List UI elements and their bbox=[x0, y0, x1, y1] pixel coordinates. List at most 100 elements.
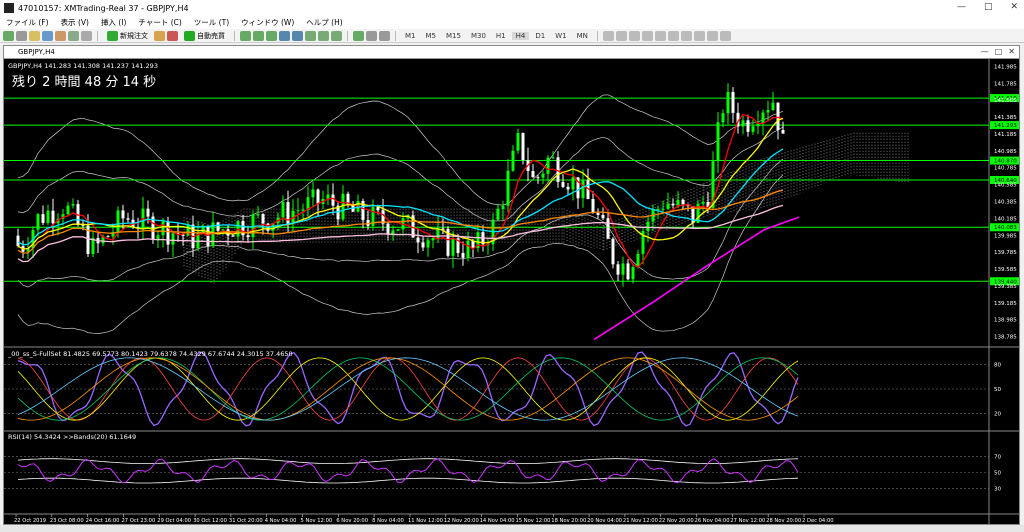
timeframe-m1[interactable]: M1 bbox=[401, 32, 420, 40]
chart-close-icon[interactable]: ✕ bbox=[1008, 47, 1015, 56]
candle-body bbox=[556, 157, 560, 182]
tester-icon[interactable] bbox=[81, 30, 92, 41]
bar-chart-icon[interactable] bbox=[240, 30, 251, 41]
candle-body bbox=[66, 205, 70, 215]
zoom-out-icon[interactable] bbox=[292, 30, 303, 41]
candle-body bbox=[676, 199, 680, 206]
data-window-icon[interactable] bbox=[42, 30, 53, 41]
price-label: 139.985 bbox=[994, 233, 1017, 239]
timeframe-d1[interactable]: D1 bbox=[531, 32, 549, 40]
menu-window[interactable]: ウィンドウ (W) bbox=[235, 17, 300, 28]
price-label: 141.385 bbox=[994, 115, 1017, 121]
play-icon bbox=[184, 30, 195, 41]
fibonacci-icon[interactable] bbox=[680, 30, 692, 41]
navigator-icon[interactable] bbox=[55, 30, 66, 41]
menu-file[interactable]: ファイル (F) bbox=[0, 17, 55, 28]
candle-body bbox=[301, 209, 305, 211]
candle-body bbox=[316, 189, 320, 205]
vertical-line-icon[interactable] bbox=[628, 30, 640, 41]
time-label: 8 Nov 04:00 bbox=[372, 518, 404, 524]
candle-body bbox=[731, 92, 735, 113]
channel-icon[interactable] bbox=[667, 30, 679, 41]
chart-minimize-icon[interactable]: — bbox=[981, 47, 989, 56]
zoom-in-icon[interactable] bbox=[279, 30, 290, 41]
timeframe-h4[interactable]: H4 bbox=[511, 31, 530, 40]
candle-body bbox=[46, 210, 50, 223]
title-bar: 47010157: XMTrading-Real 37 - GBPJPY,H4 … bbox=[0, 0, 1024, 16]
time-label: 30 Oct 12:00 bbox=[193, 518, 227, 524]
menu-help[interactable]: ヘルプ (H) bbox=[300, 17, 348, 28]
price-label: 140.385 bbox=[994, 200, 1017, 206]
candle-body bbox=[771, 102, 775, 110]
auto-trading-button[interactable]: 自動売買 bbox=[180, 30, 229, 41]
time-label: 15 Nov 12:00 bbox=[515, 518, 550, 524]
candlestick-icon[interactable] bbox=[253, 30, 264, 41]
time-label: 4 Nov 04:00 bbox=[265, 518, 297, 524]
chart-window[interactable]: GBPJPY,H4 — □ ✕ 141.610 141.293 140.870 140… bbox=[3, 45, 1020, 525]
candle-body bbox=[416, 237, 420, 243]
maximize-icon[interactable]: □ bbox=[984, 2, 993, 12]
timeframe-w1[interactable]: W1 bbox=[551, 32, 570, 40]
metaeditor-icon[interactable] bbox=[154, 30, 165, 41]
indicator1-info: _00_ss_S-FullSet 81.4825 69.5773 80.1423… bbox=[7, 350, 293, 358]
chart-shift-icon[interactable] bbox=[331, 30, 342, 41]
menu-view[interactable]: 表示 (V) bbox=[55, 17, 95, 28]
tile-windows-icon[interactable] bbox=[305, 30, 316, 41]
candle-body bbox=[376, 206, 380, 211]
candle-body bbox=[511, 150, 515, 171]
candle-body bbox=[571, 177, 575, 190]
candle-body bbox=[331, 194, 335, 206]
candle-body bbox=[441, 228, 445, 230]
minimize-icon[interactable]: — bbox=[957, 2, 966, 12]
chart-canvas[interactable]: 141.610141.293140.870140.640140.083139.4… bbox=[4, 58, 1019, 524]
timeframe-h1[interactable]: H1 bbox=[492, 32, 510, 40]
candle-body bbox=[536, 177, 540, 179]
alerts-icon[interactable] bbox=[167, 30, 178, 41]
cursor-icon[interactable] bbox=[602, 30, 614, 41]
timeframe-m30[interactable]: M30 bbox=[467, 32, 490, 40]
horizontal-line-icon[interactable] bbox=[641, 30, 653, 41]
profiles-icon[interactable] bbox=[16, 30, 27, 41]
candle-body bbox=[506, 170, 510, 206]
terminal-icon[interactable] bbox=[68, 30, 79, 41]
label-icon[interactable] bbox=[706, 30, 718, 41]
candle-countdown: 残り 2 時間 48 分 14 秒 bbox=[12, 75, 156, 90]
candle-body bbox=[426, 240, 430, 248]
candle-body bbox=[741, 120, 745, 127]
timeframe-m5[interactable]: M5 bbox=[422, 32, 441, 40]
indicators-icon[interactable] bbox=[353, 30, 364, 41]
new-order-button[interactable]: 新規注文 bbox=[103, 30, 152, 41]
candle-body bbox=[751, 126, 755, 132]
menu-tools[interactable]: ツール (T) bbox=[188, 17, 235, 28]
chart-maximize-icon[interactable]: □ bbox=[995, 47, 1003, 56]
menu-chart[interactable]: チャート (C) bbox=[132, 17, 187, 28]
periods-icon[interactable] bbox=[366, 30, 377, 41]
crosshair-icon[interactable] bbox=[615, 30, 627, 41]
candle-body bbox=[421, 242, 425, 248]
rsi-upper-band bbox=[17, 458, 799, 465]
arrows-icon[interactable] bbox=[719, 30, 731, 41]
candle-body bbox=[126, 218, 130, 220]
line-chart-icon[interactable] bbox=[266, 30, 277, 41]
trendline-icon[interactable] bbox=[654, 30, 666, 41]
toolbar-separator bbox=[596, 30, 598, 41]
timeframe-m15[interactable]: M15 bbox=[442, 32, 465, 40]
templates-icon[interactable] bbox=[379, 30, 390, 41]
candle-body bbox=[716, 122, 720, 162]
market-watch-icon[interactable] bbox=[29, 30, 40, 41]
candle-body bbox=[71, 204, 75, 206]
timeframe-mn[interactable]: MN bbox=[573, 32, 592, 40]
price-label: 139.785 bbox=[994, 250, 1017, 256]
candle-body bbox=[161, 221, 165, 236]
candle-body bbox=[106, 236, 110, 238]
text-icon[interactable] bbox=[693, 30, 705, 41]
auto-scroll-icon[interactable] bbox=[318, 30, 329, 41]
indicator2-level-label: 50 bbox=[994, 471, 1001, 477]
price-label: 139.385 bbox=[994, 284, 1017, 290]
price-label: 138.985 bbox=[994, 318, 1017, 324]
new-chart-icon[interactable] bbox=[3, 30, 14, 41]
candle-body bbox=[761, 112, 765, 124]
close-icon[interactable]: ✕ bbox=[1010, 2, 1018, 12]
menu-insert[interactable]: 挿入 (I) bbox=[95, 17, 132, 28]
candle-body bbox=[231, 235, 235, 237]
